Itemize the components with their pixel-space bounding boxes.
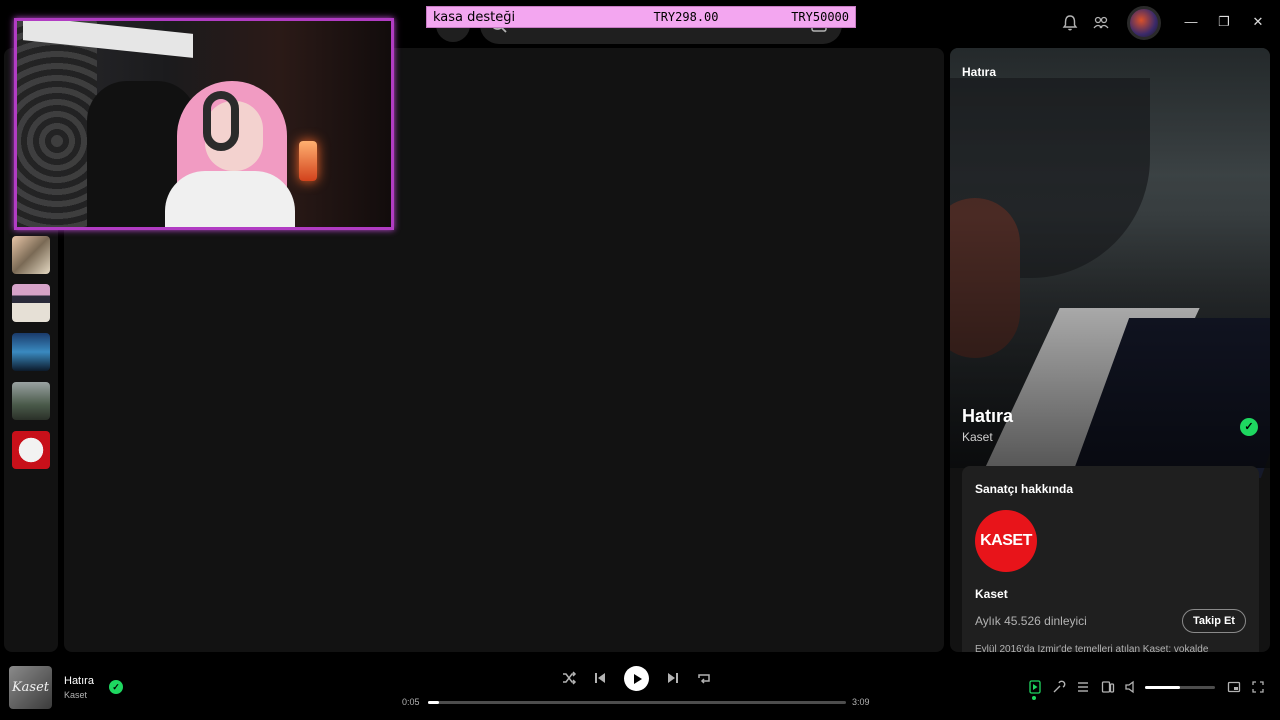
library-item[interactable]: [12, 236, 50, 274]
minimize-icon[interactable]: —: [1183, 14, 1199, 30]
miniplayer-icon[interactable]: [1227, 680, 1241, 694]
play-button[interactable]: [624, 666, 649, 691]
total-time: 3:09: [852, 697, 870, 707]
webcam-overlay: [14, 18, 394, 230]
donation-amount: TRY298.00: [653, 10, 719, 24]
about-title: Sanatçı hakkında: [975, 482, 1074, 496]
elapsed-time: 0:05: [402, 697, 420, 707]
shuffle-icon[interactable]: [561, 670, 577, 686]
now-playing-artist[interactable]: Kaset: [64, 690, 87, 700]
donation-title: kasa desteği: [433, 9, 516, 25]
donation-goal-overlay: kasa desteği TRY298.00 TRY50000: [426, 6, 856, 28]
panel-header[interactable]: Hatıra: [962, 65, 996, 79]
now-playing-cover[interactable]: Kaset: [9, 666, 52, 709]
volume-icon[interactable]: [1124, 680, 1138, 694]
saved-check-icon[interactable]: ✓: [109, 680, 123, 694]
volume-slider[interactable]: [1145, 686, 1215, 689]
spotify-window: kasa desteği TRY298.00 TRY50000 — ❐ ✕ Ha…: [0, 0, 1280, 720]
about-artist-card[interactable]: Sanatçı hakkında KASET Kaset Aylık 45.52…: [962, 466, 1259, 652]
artist-logo[interactable]: KASET: [975, 510, 1037, 572]
progress-fill: [428, 701, 440, 704]
monthly-listeners: Aylık 45.526 dinleyici: [975, 614, 1087, 628]
now-playing-panel: Hatıra Hatıra Kaset ✓ Sanatçı hakkında K…: [950, 48, 1270, 652]
lamp: [299, 141, 317, 181]
donation-goal: TRY50000: [791, 10, 849, 24]
fullscreen-icon[interactable]: [1251, 680, 1265, 694]
restore-icon[interactable]: ❐: [1216, 14, 1232, 30]
lyrics-icon[interactable]: [1052, 680, 1066, 694]
panel-song-title[interactable]: Hatıra: [962, 406, 1013, 427]
headphones: [203, 91, 239, 151]
play-icon: [633, 673, 642, 684]
previous-icon[interactable]: [592, 670, 608, 686]
library-item[interactable]: [12, 333, 50, 371]
avatar[interactable]: [1127, 6, 1161, 40]
next-icon[interactable]: [665, 670, 681, 686]
library-item[interactable]: [12, 382, 50, 420]
about-artist-name[interactable]: Kaset: [975, 587, 1008, 601]
repeat-icon[interactable]: [696, 670, 712, 686]
webcam-background: [17, 21, 97, 227]
friends-icon[interactable]: [1092, 14, 1110, 32]
artist-canvas-image: [950, 48, 1270, 478]
player-bar: Kaset Hatıra Kaset ✓ 0:05 3:09: [0, 656, 1280, 720]
saved-check-icon[interactable]: ✓: [1240, 418, 1258, 436]
library-item[interactable]: [12, 284, 50, 322]
progress-bar[interactable]: [428, 701, 846, 704]
volume-fill: [1145, 686, 1180, 689]
artist-bio: Eylül 2016'da İzmir'de temelleri atılan …: [975, 644, 1209, 652]
bell-icon[interactable]: [1061, 14, 1079, 32]
panel-artist-name[interactable]: Kaset: [962, 430, 993, 444]
follow-button[interactable]: Takip Et: [1182, 609, 1246, 633]
queue-icon[interactable]: [1076, 680, 1090, 694]
close-icon[interactable]: ✕: [1250, 14, 1266, 30]
active-indicator: [1032, 696, 1036, 700]
now-playing-view-icon[interactable]: [1028, 680, 1042, 694]
connect-device-icon[interactable]: [1101, 680, 1115, 694]
library-item[interactable]: [12, 431, 50, 469]
now-playing-title[interactable]: Hatıra: [64, 675, 94, 687]
